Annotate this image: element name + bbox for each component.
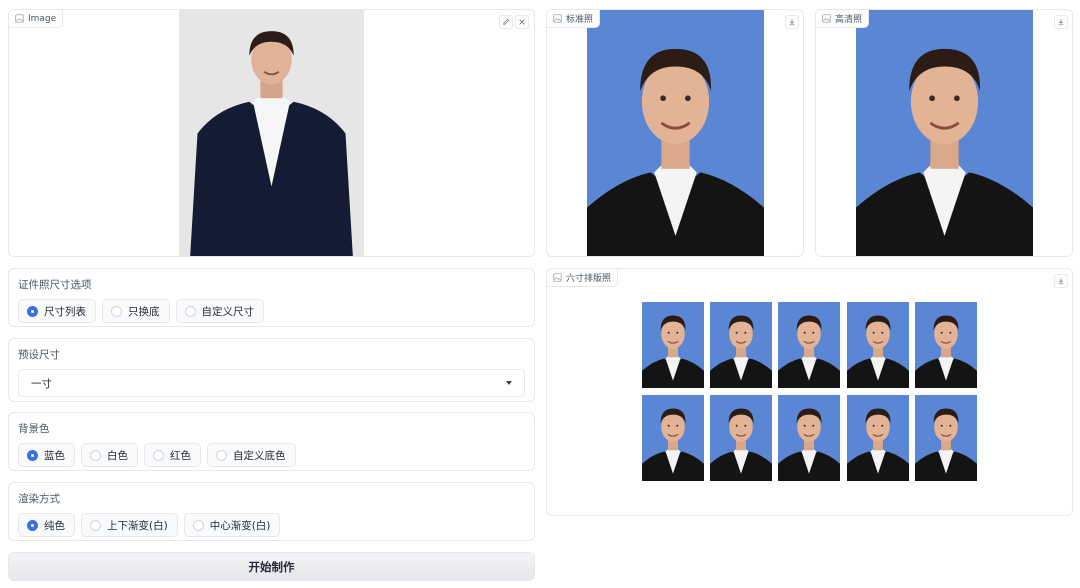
hd-panel-label-text: 高清照 xyxy=(835,15,863,25)
background-color-label: 背景色 xyxy=(18,423,50,435)
layout-photo-copy xyxy=(642,302,704,388)
size-options-group: 证件照尺寸选项 尺寸列表 只换底 自定义尺寸 xyxy=(8,268,535,327)
download-icon[interactable] xyxy=(1054,15,1068,29)
layout-panel-label-text: 六寸排版照 xyxy=(566,274,612,284)
size-option[interactable]: 自定义尺寸 xyxy=(175,299,264,323)
render-mode-option[interactable]: 上下渐变(白) xyxy=(81,513,178,537)
radio-indicator[interactable] xyxy=(27,449,38,461)
radio-indicator[interactable] xyxy=(90,519,101,531)
pencil-icon[interactable] xyxy=(499,15,513,29)
image-upload-panel[interactable]: Image xyxy=(8,9,535,257)
size-option[interactable]: 只换底 xyxy=(102,299,170,323)
preset-size-label: 预设尺寸 xyxy=(18,349,60,361)
size-option-label: 尺寸列表 xyxy=(44,305,86,318)
hd-photo-panel: 高清照 xyxy=(815,9,1073,257)
layout-photo-copy xyxy=(778,302,840,388)
layout-photo-copy xyxy=(642,395,704,481)
preset-size-select[interactable]: 一寸 xyxy=(18,369,525,397)
radio-indicator[interactable] xyxy=(216,449,227,461)
start-button[interactable]: 开始制作 xyxy=(8,552,535,581)
layout-photo-copy xyxy=(710,395,772,481)
render-mode-option-label: 纯色 xyxy=(44,519,65,532)
image-icon xyxy=(553,273,562,282)
render-mode-radios: 纯色 上下渐变(白) 中心渐变(白) xyxy=(18,513,525,537)
background-color-group: 背景色 蓝色 白色 红色 自定义底色 xyxy=(8,412,535,471)
render-mode-label: 渲染方式 xyxy=(18,493,60,505)
radio-indicator[interactable] xyxy=(27,305,38,317)
layout-photo-grid xyxy=(642,302,977,482)
render-mode-option[interactable]: 纯色 xyxy=(18,513,75,537)
background-color-option[interactable]: 自定义底色 xyxy=(207,443,296,467)
render-mode-group: 渲染方式 纯色 上下渐变(白) 中心渐变(白) xyxy=(8,482,535,541)
layout-photo-copy xyxy=(915,302,977,388)
download-icon[interactable] xyxy=(1054,274,1068,288)
preset-size-value: 一寸 xyxy=(31,377,52,390)
radio-indicator[interactable] xyxy=(27,519,38,531)
image-icon xyxy=(822,14,831,23)
standard-panel-label: 标准照 xyxy=(547,10,601,28)
size-option-label: 只换底 xyxy=(128,305,160,318)
render-mode-option-label: 中心渐变(白) xyxy=(209,519,271,532)
background-color-option[interactable]: 蓝色 xyxy=(18,443,75,467)
image-icon xyxy=(553,14,562,23)
standard-photo-panel: 标准照 xyxy=(546,9,804,257)
download-icon[interactable] xyxy=(785,15,799,29)
preset-size-group: 预设尺寸 一寸 xyxy=(8,338,535,402)
render-mode-option[interactable]: 中心渐变(白) xyxy=(183,513,281,537)
standard-panel-label-text: 标准照 xyxy=(566,15,594,25)
close-icon[interactable] xyxy=(515,15,529,29)
background-color-option-label: 红色 xyxy=(170,449,191,462)
background-color-radios: 蓝色 白色 红色 自定义底色 xyxy=(18,443,525,467)
radio-indicator[interactable] xyxy=(153,449,164,461)
radio-indicator[interactable] xyxy=(90,449,101,461)
layout-photo-copy xyxy=(710,302,772,388)
image-panel-label: Image xyxy=(9,10,64,28)
layout-photo-copy xyxy=(915,395,977,481)
standard-photo xyxy=(587,10,764,257)
background-color-option-label: 白色 xyxy=(107,449,128,462)
background-color-option[interactable]: 白色 xyxy=(81,443,138,467)
background-color-option-label: 蓝色 xyxy=(44,449,65,462)
size-options-label: 证件照尺寸选项 xyxy=(18,279,92,291)
chevron-down-icon xyxy=(506,381,512,385)
radio-indicator[interactable] xyxy=(192,519,204,531)
hd-photo xyxy=(856,10,1033,257)
radio-indicator[interactable] xyxy=(111,305,122,317)
render-mode-option-label: 上下渐变(白) xyxy=(107,519,168,532)
size-option-label: 自定义尺寸 xyxy=(201,305,255,318)
layout-photo-copy xyxy=(847,395,909,481)
layout-panel-label: 六寸排版照 xyxy=(547,269,619,287)
layout-photo-copy xyxy=(778,395,840,481)
hd-panel-label: 高清照 xyxy=(816,10,870,28)
size-options-radios: 尺寸列表 只换底 自定义尺寸 xyxy=(18,299,525,323)
size-option[interactable]: 尺寸列表 xyxy=(18,299,96,323)
layout-photo-copy xyxy=(847,302,909,388)
image-icon xyxy=(15,14,24,23)
background-color-option[interactable]: 红色 xyxy=(144,443,201,467)
uploaded-photo xyxy=(179,10,364,257)
image-panel-label-text: Image xyxy=(28,13,57,24)
radio-indicator[interactable] xyxy=(184,305,196,317)
background-color-option-label: 自定义底色 xyxy=(233,449,286,462)
